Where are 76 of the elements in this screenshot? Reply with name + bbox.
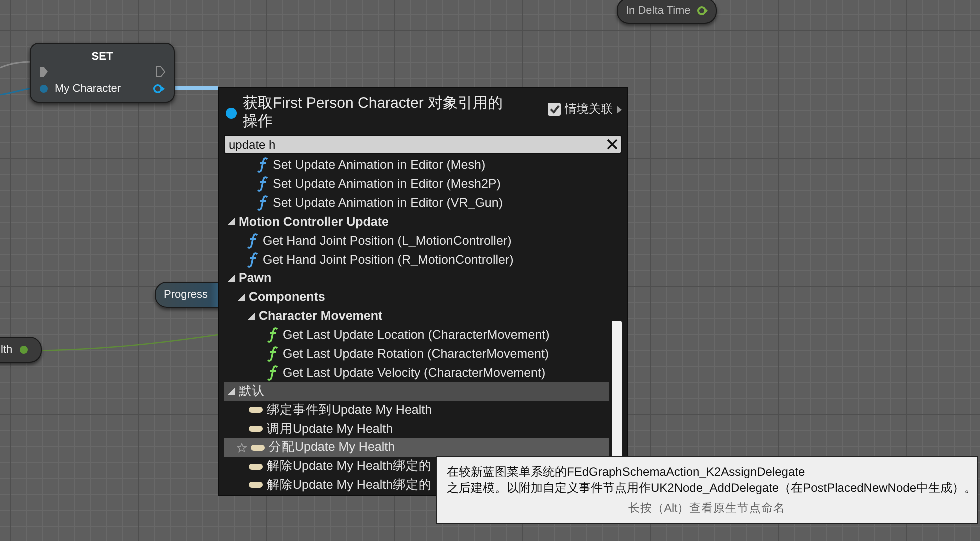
function-icon [247, 232, 259, 249]
expanded-arrow-icon[interactable] [228, 274, 235, 282]
category-label: Components [249, 290, 326, 304]
action-item[interactable]: Set Update Animation in Editor (Mesh) [224, 156, 609, 175]
category-row[interactable]: Character Movement [224, 306, 609, 326]
pin-icon[interactable] [18, 345, 29, 355]
node-title: Progress [164, 289, 208, 301]
expanded-arrow-icon[interactable] [238, 294, 245, 301]
action-label: 绑定事件到Update My Health [267, 402, 432, 419]
pin-icon[interactable] [153, 84, 166, 94]
action-item[interactable]: Get Last Update Location (CharacterMovement) [224, 325, 609, 344]
tooltip-text: 在较新蓝图菜单系统的FEdGraphSchemaAction_K2AssignDelegate [447, 464, 806, 480]
expanded-arrow-icon[interactable] [228, 218, 235, 226]
action-label: Get Last Update Velocity (CharacterMovement) [283, 366, 546, 380]
exec-pin-icon[interactable] [156, 66, 166, 78]
function-icon [267, 364, 279, 381]
category-label: Pawn [239, 271, 272, 286]
menu-title: 操作 [243, 113, 274, 131]
category-label: Character Movement [259, 309, 383, 324]
action-label: 解除Update My Health绑定的 [267, 476, 432, 494]
context-toggle[interactable]: 情境关联 [548, 101, 622, 118]
function-icon [257, 157, 269, 174]
delegate-icon [249, 482, 263, 488]
action-item[interactable]: 分配Update My Health [224, 438, 609, 458]
search-field[interactable]: update h [224, 135, 622, 154]
action-label: Get Last Update Location (CharacterMovement) [283, 328, 550, 342]
action-item[interactable]: Get Last Update Rotation (CharacterMovement) [224, 344, 609, 364]
category-row[interactable]: Motion Controller Update [224, 212, 609, 232]
star-icon[interactable] [237, 442, 247, 453]
pin-type-dot [226, 108, 237, 118]
category-label: 默认 [239, 382, 265, 400]
action-label: Set Update Animation in Editor (Mesh) [273, 158, 486, 172]
function-icon [267, 346, 279, 362]
delegate-icon [249, 464, 263, 470]
pin-label: In Delta Time [626, 5, 691, 17]
action-item[interactable]: Get Last Update Velocity (CharacterMovement) [224, 363, 609, 382]
expanded-arrow-icon[interactable] [248, 312, 255, 320]
action-item[interactable]: Get Hand Joint Position (L_MotionController) [224, 231, 609, 250]
tooltip-hint: 长按（Alt）查看原生节点命名 [628, 502, 786, 516]
tooltip-text: 之后建模。以附加自定义事件节点用作UK2Node_AddDelegate（在PostPlacedNewNode中生成）。 [447, 480, 967, 496]
graph-node[interactable]: SET My Character [30, 43, 175, 103]
action-label: Set Update Animation in Editor (Mesh2P) [273, 177, 501, 192]
checkbox[interactable] [548, 103, 561, 116]
action-label: 调用Update My Health [267, 420, 394, 438]
function-icon [257, 195, 269, 212]
action-label: Get Hand Joint Position (L_MotionController) [263, 234, 512, 248]
expand-arrow-icon[interactable] [617, 106, 622, 114]
graph-node[interactable]: In Delta Time [617, 0, 717, 24]
action-item[interactable]: 绑定事件到Update My Health [224, 400, 609, 420]
action-label: 分配Update My Health [269, 439, 396, 456]
delegate-icon [251, 444, 265, 451]
menu-title: 获取First Person Character 对象引用的 [243, 95, 504, 113]
category-row[interactable]: 默认 [224, 382, 609, 401]
action-label: Get Hand Joint Position (R_MotionController) [263, 252, 514, 267]
delegate-icon [249, 407, 263, 414]
action-item[interactable]: 调用Update My Health [224, 420, 609, 438]
action-label: Set Update Animation in Editor (VR_Gun) [273, 196, 503, 210]
pin-label: lth [1, 344, 13, 356]
expanded-arrow-icon[interactable] [228, 388, 235, 395]
function-icon [257, 176, 269, 192]
node-title: SET [92, 51, 114, 63]
graph-node[interactable]: lth [0, 337, 42, 363]
category-label: Motion Controller Update [239, 214, 389, 229]
action-label: Get Last Update Rotation (CharacterMovement) [283, 346, 550, 361]
pin-icon[interactable] [696, 6, 709, 16]
function-icon [267, 326, 279, 343]
pin-label: My Character [55, 83, 122, 96]
action-item[interactable]: Set Update Animation in Editor (VR_Gun) [224, 194, 609, 212]
check-icon [550, 105, 560, 114]
action-label: 解除Update My Health绑定的 [267, 458, 432, 476]
close-icon[interactable] [607, 139, 618, 150]
action-item[interactable]: Get Hand Joint Position (R_MotionController) [224, 250, 609, 269]
action-item[interactable]: Set Update Animation in Editor (Mesh2P) [224, 174, 609, 194]
function-icon [247, 252, 259, 268]
exec-pin-icon[interactable] [39, 66, 49, 78]
delegate-icon [249, 426, 263, 432]
